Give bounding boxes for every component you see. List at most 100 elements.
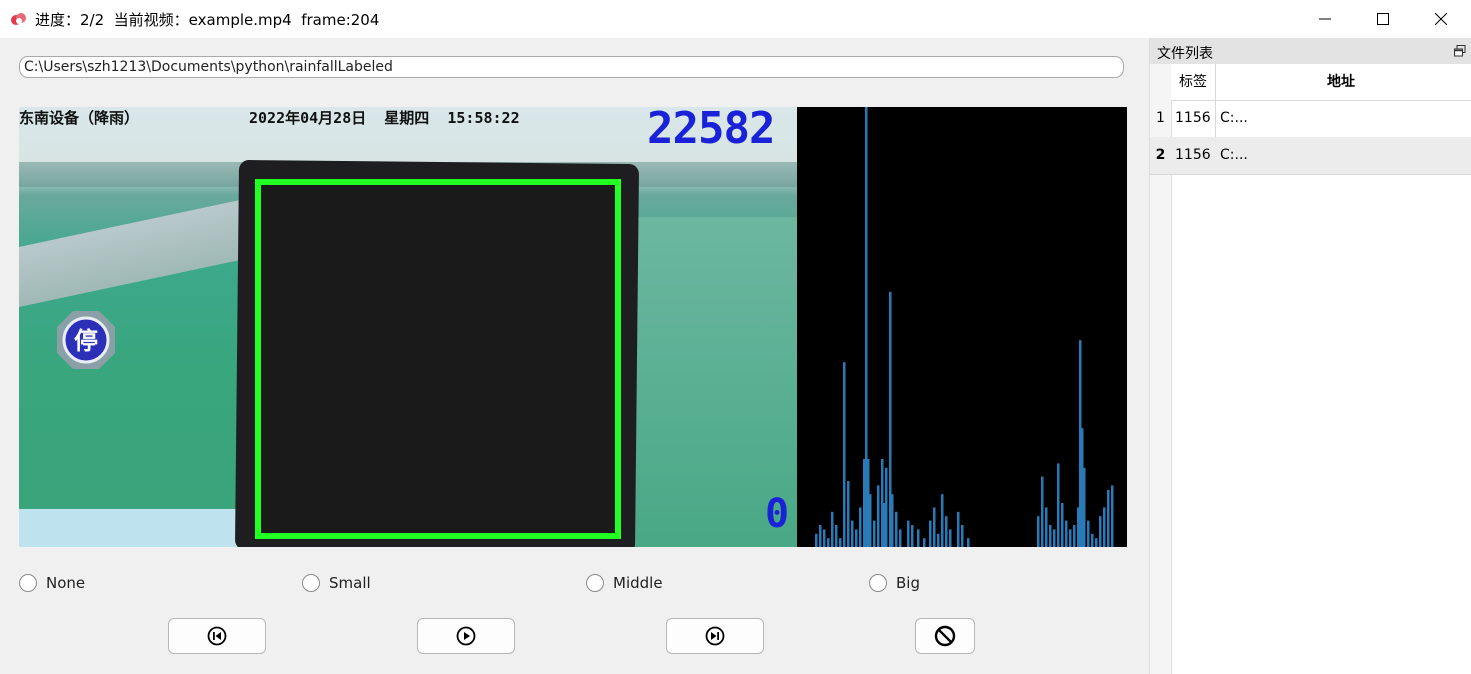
radio-middle[interactable]: Middle <box>586 572 663 594</box>
radio-circle[interactable] <box>586 574 604 592</box>
spectrum-bar <box>815 533 818 547</box>
stop-sign-char: 停 <box>74 327 98 355</box>
radio-circle[interactable] <box>19 574 37 592</box>
spectrum-bar <box>859 507 862 547</box>
table-row[interactable]: 1 1156 C:... <box>1150 100 1471 138</box>
spectrum-bar <box>1111 485 1114 547</box>
spectrum-bar <box>831 511 834 547</box>
spectrum-bar <box>1069 529 1072 547</box>
row-label[interactable]: 1156 <box>1175 100 1211 137</box>
bottom-counter: 0 <box>765 491 790 537</box>
minimize-button[interactable] <box>1296 0 1354 38</box>
spectrum-bar <box>957 511 960 547</box>
spectrum-bar <box>899 529 902 547</box>
spectrum-bar <box>911 525 914 547</box>
title-bar: 进度：2/2 当前视频：example.mp4 frame:204 <box>0 0 1471 39</box>
spectrum-bar <box>937 533 940 547</box>
window-title: 进度：2/2 当前视频：example.mp4 frame:204 <box>35 11 380 29</box>
spectrum-bar <box>1065 520 1068 547</box>
maximize-icon <box>1377 13 1389 25</box>
spectrum-bar <box>1095 538 1098 547</box>
close-icon <box>1435 13 1447 25</box>
app-logo-icon <box>11 13 26 25</box>
datetime-label: 2022年04月28日 星期四 15:58:22 <box>249 109 520 127</box>
path-input[interactable]: C:\Users\szh1213\Documents\python\rainfa… <box>19 56 1124 78</box>
radio-label: Small <box>329 574 371 592</box>
spectrum-bar <box>847 481 850 547</box>
play-icon <box>456 626 476 646</box>
spectrum-bar <box>1091 533 1094 547</box>
file-list-dock: 文件列表 标签 地址 1 1156 C:... 2 1156 C:... <box>1149 38 1471 674</box>
spectrum-bar <box>1087 520 1090 547</box>
spectrum-bar <box>843 362 846 547</box>
spectrum-bar <box>895 511 898 547</box>
row-index: 1 <box>1156 110 1165 126</box>
spectrum-bar <box>967 538 970 547</box>
float-dock-icon[interactable] <box>1454 45 1466 57</box>
spectrum-bar <box>827 538 830 547</box>
skip-next-icon <box>705 626 725 646</box>
spectrum-bar <box>869 494 872 547</box>
skip-previous-icon <box>207 626 227 646</box>
stop-button[interactable] <box>915 618 975 654</box>
spectrum-bar <box>1107 489 1110 547</box>
row-address[interactable]: C:... <box>1220 137 1248 174</box>
radio-label: Middle <box>613 574 663 592</box>
spectrum-bar <box>839 538 842 547</box>
spectrum-bar <box>873 520 876 547</box>
spectrum-bar <box>1083 467 1086 547</box>
device-label: 东南设备（降雨） <box>19 109 140 127</box>
column-header-address[interactable]: 地址 <box>1327 64 1355 100</box>
table-header: 标签 地址 <box>1171 64 1471 101</box>
radio-label: Big <box>896 574 920 592</box>
radio-small[interactable]: Small <box>302 572 371 594</box>
spectrum-bar <box>1037 516 1040 547</box>
close-button[interactable] <box>1412 0 1470 38</box>
spectrum-bar <box>1049 525 1052 547</box>
spectrum-bar <box>1073 525 1076 547</box>
row-label[interactable]: 1156 <box>1175 137 1211 174</box>
radio-circle[interactable] <box>869 574 887 592</box>
spectrum-bar <box>835 525 838 547</box>
main-panel: C:\Users\szh1213\Documents\python\rainfa… <box>0 38 1149 674</box>
spectrum-bar <box>949 529 952 547</box>
dock-header: 文件列表 <box>1150 38 1471 65</box>
spectrum-bar <box>885 467 888 547</box>
table-row[interactable]: 2 1156 C:... <box>1150 137 1471 175</box>
spectrum-bar <box>1061 503 1064 547</box>
spectrum-bar <box>823 529 826 547</box>
spectrum-bar <box>945 516 948 547</box>
spectrum-bar <box>1057 463 1060 547</box>
spectrum-bar <box>929 520 932 547</box>
spectrum-bar <box>1099 516 1102 547</box>
radio-none[interactable]: None <box>19 572 85 594</box>
previous-button[interactable] <box>168 618 266 654</box>
minimize-icon <box>1319 18 1331 20</box>
spectrum-bar <box>961 525 964 547</box>
video-frame: 停 东南设备（降雨） 2022年04月28日 星期四 15:58:22 2258… <box>19 107 797 547</box>
dock-title: 文件列表 <box>1157 46 1213 62</box>
spectrum-bar <box>1041 476 1044 547</box>
radio-label: None <box>46 574 86 592</box>
spectrum-bar <box>1045 507 1048 547</box>
video-background-strip <box>19 509 249 547</box>
radio-circle[interactable] <box>302 574 320 592</box>
frame-counter: 22582 <box>647 107 775 154</box>
spectrum-bar <box>1103 507 1106 547</box>
maximize-button[interactable] <box>1354 0 1412 38</box>
spectrum-bar <box>877 485 880 547</box>
spectrum-bar <box>819 525 822 547</box>
radio-big[interactable]: Big <box>869 572 920 594</box>
play-button[interactable] <box>417 618 515 654</box>
spectrum-plot <box>797 107 1127 547</box>
spectrum-bar <box>941 494 944 547</box>
stop-sign-icon: 停 <box>57 311 115 369</box>
column-header-label[interactable]: 标签 <box>1179 64 1207 100</box>
next-button[interactable] <box>666 618 764 654</box>
spectrum-bar <box>855 529 858 547</box>
spectrum-bar <box>923 538 926 547</box>
detection-box <box>255 179 621 539</box>
row-index: 2 <box>1155 147 1166 163</box>
row-address[interactable]: C:... <box>1220 100 1248 137</box>
video-background-road <box>19 197 254 307</box>
